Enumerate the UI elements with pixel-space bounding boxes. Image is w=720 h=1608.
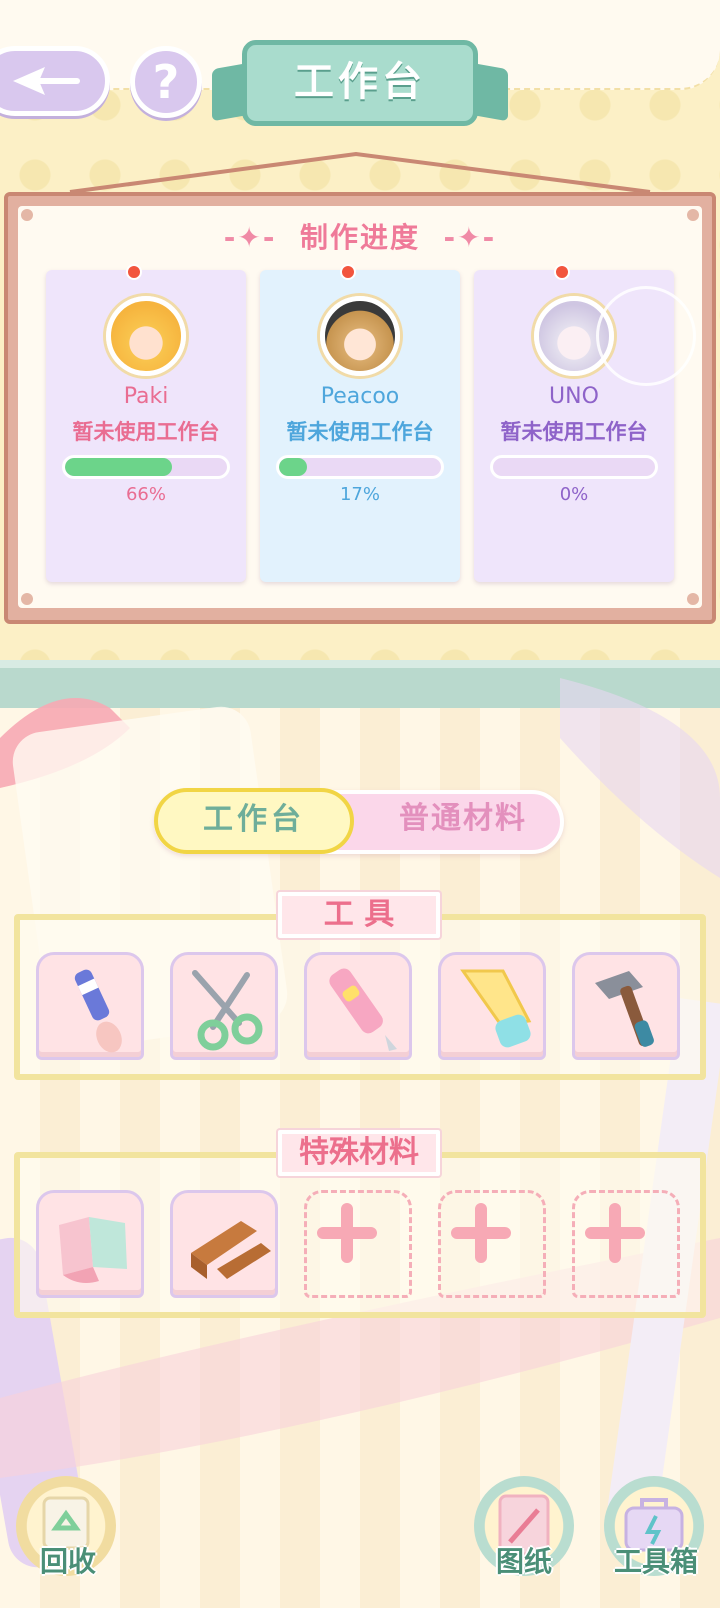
character-name: Peacoo <box>320 384 400 409</box>
paintbrush-icon <box>74 969 122 1053</box>
progress-title-text: 制作进度 <box>299 221 420 254</box>
progress-fill <box>65 458 172 476</box>
add-material-slot[interactable] <box>438 1190 546 1298</box>
material-slot-wood[interactable] <box>170 1190 278 1298</box>
tab-workbench[interactable]: 工作台 <box>154 788 354 854</box>
progress-percent: 66% <box>125 484 166 505</box>
fabric-icon <box>59 1217 127 1283</box>
help-button[interactable]: ? <box>130 46 202 118</box>
progress-bar <box>276 455 444 479</box>
character-status: 暂未使用工作台 <box>286 420 434 444</box>
tool-slot-saw[interactable] <box>438 952 546 1060</box>
plus-icon <box>451 1203 511 1263</box>
avatar-peacoo <box>320 296 400 376</box>
board-rivet <box>687 593 699 605</box>
toolbox-label: 工具箱 <box>613 1545 698 1578</box>
tab-common-materials[interactable]: 普通材料 <box>368 790 558 854</box>
utility-knife-icon <box>329 968 397 1051</box>
tool-slot-scissors[interactable] <box>170 952 278 1060</box>
progress-title: -✦- 制作进度 -✦- <box>223 221 497 254</box>
recycle-label: 回收 <box>39 1545 96 1578</box>
tool-slot-utility-knife[interactable] <box>304 952 412 1060</box>
pin-icon <box>126 264 142 280</box>
page-title: 工作台 <box>242 40 478 126</box>
board-hanger <box>69 151 651 194</box>
tool-slot-paintbrush[interactable] <box>36 952 144 1060</box>
plus-icon <box>317 1203 377 1263</box>
blueprint-label: 图纸 <box>495 1545 552 1578</box>
progress-percent: 0% <box>559 484 589 505</box>
back-button[interactable] <box>0 46 110 116</box>
material-slot-fabric[interactable] <box>36 1190 144 1298</box>
avatar-paki <box>106 296 186 376</box>
character-name: Paki <box>123 384 169 409</box>
touch-ripple <box>596 286 696 386</box>
tools-label: 工 具 <box>278 892 440 938</box>
character-status: 暂未使用工作台 <box>72 420 220 444</box>
pin-icon <box>554 264 570 280</box>
saw-icon <box>460 969 532 1048</box>
progress-fill <box>279 458 307 476</box>
wood-planks-icon <box>191 1221 271 1279</box>
plus-icon <box>585 1203 645 1263</box>
progress-bar <box>490 455 658 479</box>
hammer-icon <box>595 971 654 1047</box>
progress-bar <box>62 455 230 479</box>
back-arrow-icon <box>13 67 80 95</box>
board-rivet <box>21 593 33 605</box>
character-name: UNO <box>549 384 599 409</box>
tool-slot-hammer[interactable] <box>572 952 680 1060</box>
scissors-icon <box>192 970 263 1051</box>
pin-icon <box>340 264 356 280</box>
progress-percent: 17% <box>339 484 380 505</box>
add-material-slot[interactable] <box>304 1190 412 1298</box>
add-material-slot[interactable] <box>572 1190 680 1298</box>
special-materials-label: 特殊材料 <box>278 1130 440 1176</box>
character-status: 暂未使用工作台 <box>500 420 648 444</box>
